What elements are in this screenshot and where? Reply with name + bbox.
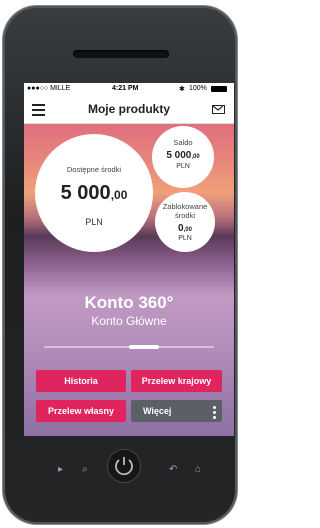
more-button[interactable]: Więcej [131,400,222,422]
account-name: Konto 360° [84,293,174,312]
available-funds-currency: PLN [85,217,103,227]
account-card[interactable]: Dostępne środki 5 000,00 PLN Saldo 5 000… [24,124,234,436]
play-icon: ▸ [58,464,64,475]
available-funds-amount: 5 000,00 [60,182,128,204]
carrier-label: ●●●○○ MILLE [27,85,71,92]
available-funds-label: Dostępne środki [66,165,122,174]
balance-amount: 5 000,00 [166,150,200,161]
domestic-transfer-button[interactable]: Przelew krajowy [131,370,222,392]
navbar: Moje produkty [24,97,234,124]
back-icon: ↶ [169,464,178,475]
blocked-funds-amount: 0,00 [178,223,192,234]
speaker-grille [73,50,169,58]
mail-icon[interactable] [212,105,225,114]
blocked-funds-label: Zablokowane środki [162,202,208,220]
kebab-menu-icon [213,406,216,421]
page-title: Moje produkty [87,102,170,116]
balance-circle: Saldo 5 000,00 PLN [152,126,214,188]
balance-label: Saldo [173,138,193,147]
home-icon: ⌂ [195,464,202,475]
blocked-funds-circle: Zablokowane środki 0,00 PLN [155,192,215,252]
more-button-label: Więcej [143,406,172,416]
history-button[interactable]: Historia [36,370,126,392]
status-bar: ●●●○○ MILLE 4:21 PM ✱ 100% [24,83,234,97]
available-funds-circle: Dostępne środki 5 000,00 PLN [35,134,153,252]
account-type: Konto Główne [91,314,167,328]
own-transfer-button[interactable]: Przelew własny [36,400,126,422]
blocked-funds-currency: PLN [178,235,192,242]
search-icon: ⌕ [82,464,88,475]
clock: 4:21 PM [112,85,139,92]
battery-percent: 100% [189,85,207,92]
page-indicator[interactable] [44,345,214,349]
phone-frame: ●●●○○ MILLE 4:21 PM ✱ 100% Moje produkty… [3,6,237,524]
bluetooth-icon: ✱ [179,86,185,93]
power-button [108,450,140,482]
balance-currency: PLN [176,163,190,170]
screen: ●●●○○ MILLE 4:21 PM ✱ 100% Moje produkty… [24,83,234,436]
battery-icon [211,86,227,92]
page-indicator-active [129,345,159,349]
